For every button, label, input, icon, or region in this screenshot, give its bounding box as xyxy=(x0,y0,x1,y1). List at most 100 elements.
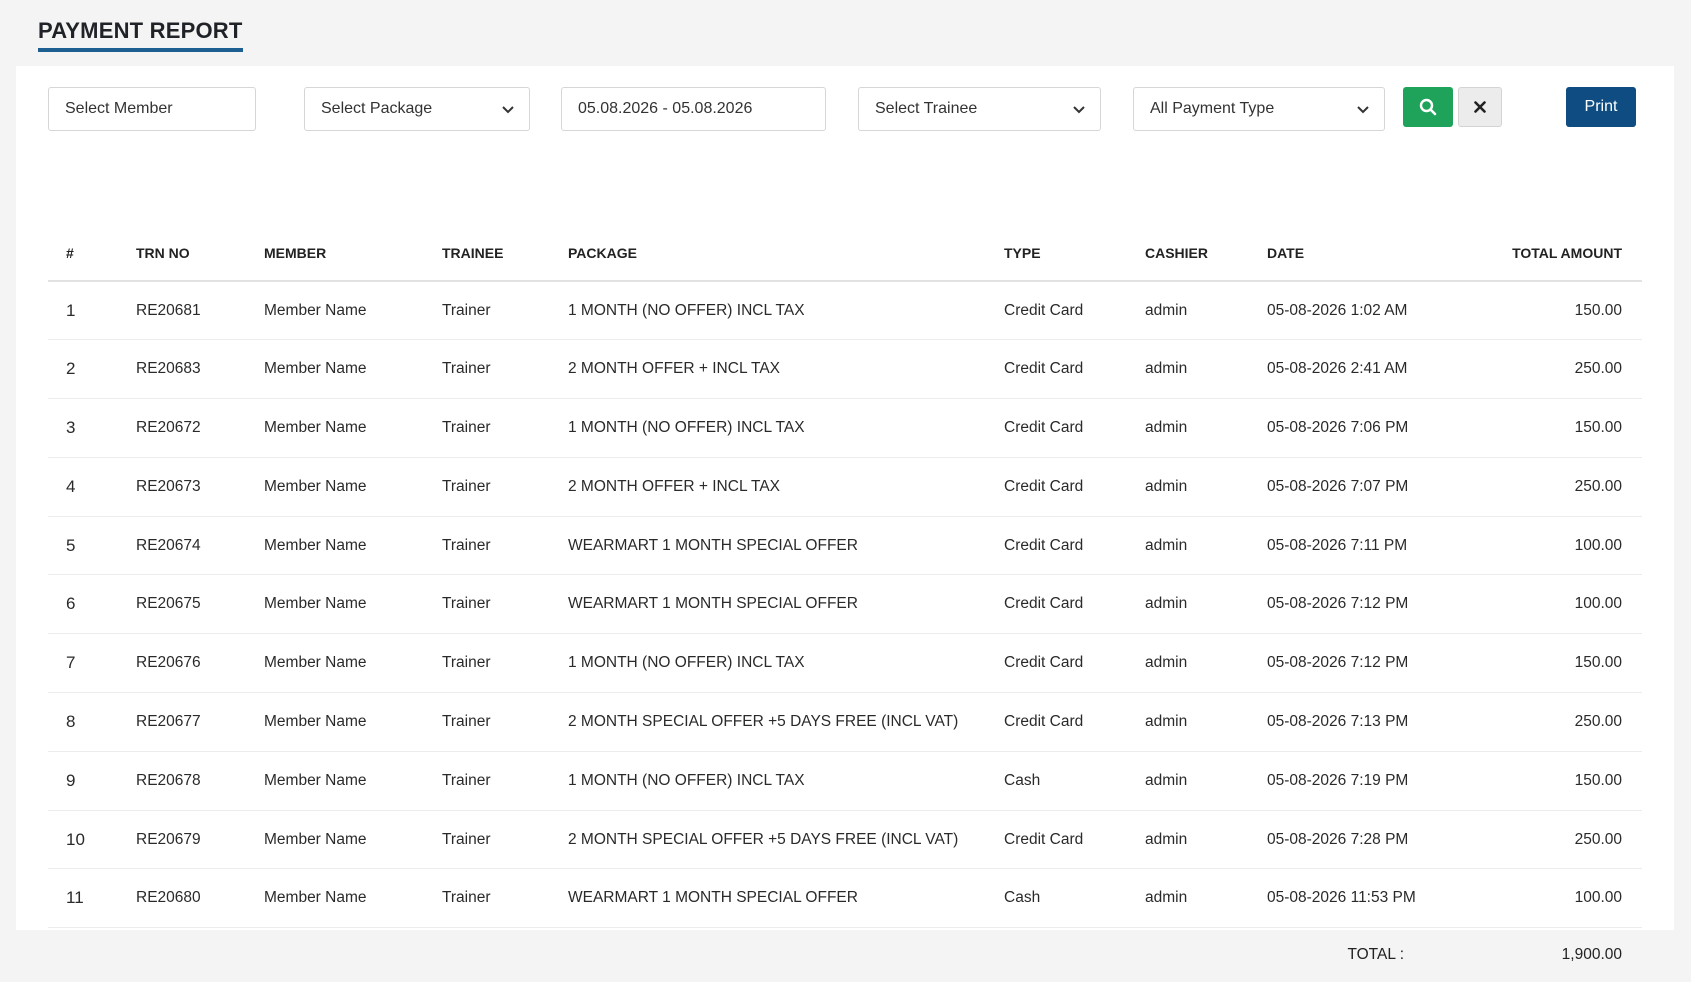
date-cell: 05-08-2026 7:11 PM xyxy=(1249,516,1464,576)
trn-no-cell: RE20674 xyxy=(118,516,246,576)
cashier-cell: admin xyxy=(1127,281,1249,341)
cashier-cell: admin xyxy=(1127,398,1249,458)
member-name-cell: Member Name xyxy=(246,398,424,458)
total-amount-cell: 150.00 xyxy=(1464,633,1642,694)
date-cell: 05-08-2026 7:28 PM xyxy=(1249,810,1464,870)
member-name-cell: Member Name xyxy=(246,633,424,694)
report-card: Select Member Select Package 05.08.2026 … xyxy=(16,66,1674,963)
total-amount-cell: 250.00 xyxy=(1464,692,1642,752)
payment-type-cell: Credit Card xyxy=(986,398,1127,458)
trn-no-cell: RE20678 xyxy=(118,751,246,811)
close-icon xyxy=(1474,101,1486,113)
chevron-down-icon xyxy=(1357,106,1369,114)
date-cell: 05-08-2026 7:13 PM xyxy=(1249,692,1464,752)
total-amount-cell: 100.00 xyxy=(1464,574,1642,635)
select-package-label: Select Package xyxy=(321,100,433,117)
trainee-cell: Trainer xyxy=(424,692,550,752)
chevron-down-icon xyxy=(1073,106,1085,114)
row-number-cell: 6 xyxy=(48,574,118,635)
cashier-cell: admin xyxy=(1127,633,1249,694)
select-member-input[interactable]: Select Member xyxy=(48,87,256,131)
package-cell: 2 MONTH SPECIAL OFFER +5 DAYS FREE (INCL… xyxy=(550,692,986,752)
table-row: 10 RE20679 Member Name Trainer 2 MONTH SPECI… xyxy=(48,810,1642,870)
trainee-cell: Trainer xyxy=(424,516,550,576)
row-number-cell: 2 xyxy=(48,339,118,400)
trn-no-cell: RE20672 xyxy=(118,398,246,458)
member-name-cell: Member Name xyxy=(246,692,424,752)
cashier-cell: admin xyxy=(1127,751,1249,811)
trainee-cell: Trainer xyxy=(424,281,550,341)
select-package-dropdown[interactable]: Select Package xyxy=(304,87,530,131)
trainee-cell: Trainer xyxy=(424,339,550,400)
payment-type-label: All Payment Type xyxy=(1150,100,1275,117)
package-cell: 2 MONTH OFFER + INCL TAX xyxy=(550,339,986,400)
payment-type-cell: Cash xyxy=(986,751,1127,811)
member-name-cell: Member Name xyxy=(246,281,424,341)
payment-type-cell: Credit Card xyxy=(986,810,1127,870)
member-name-cell: Member Name xyxy=(246,339,424,400)
total-amount-cell: 100.00 xyxy=(1464,868,1642,929)
column-header: PACKAGE xyxy=(550,226,986,282)
date-cell: 05-08-2026 1:02 AM xyxy=(1249,281,1464,341)
table-row: 1 RE20681 Member Name Trainer 1 MONTH (NO OF… xyxy=(48,281,1642,341)
package-cell: WEARMART 1 MONTH SPECIAL OFFER xyxy=(550,516,986,576)
column-header: CASHIER xyxy=(1127,226,1249,282)
total-label: TOTAL : xyxy=(1347,946,1404,964)
table-row: 2 RE20683 Member Name Trainer 2 MONTH OFFER … xyxy=(48,339,1642,400)
payment-type-cell: Credit Card xyxy=(986,692,1127,752)
trn-no-cell: RE20673 xyxy=(118,457,246,517)
trn-no-cell: RE20679 xyxy=(118,810,246,870)
search-button[interactable] xyxy=(1403,87,1453,127)
column-header: MEMBER xyxy=(246,226,424,282)
cashier-cell: admin xyxy=(1127,692,1249,752)
total-amount-cell: 250.00 xyxy=(1464,457,1642,517)
package-cell: 1 MONTH (NO OFFER) INCL TAX xyxy=(550,751,986,811)
date-range-value: 05.08.2026 - 05.08.2026 xyxy=(578,100,753,117)
package-cell: 1 MONTH (NO OFFER) INCL TAX xyxy=(550,281,986,341)
payment-type-cell: Credit Card xyxy=(986,516,1127,576)
table-header-row: # TRN NO MEMBER TRAINEE PACKAGE TYPE CAS… xyxy=(48,226,1642,282)
total-amount-cell: 150.00 xyxy=(1464,281,1642,341)
trn-no-cell: RE20681 xyxy=(118,281,246,341)
cashier-cell: admin xyxy=(1127,457,1249,517)
member-name-cell: Member Name xyxy=(246,810,424,870)
date-range-input[interactable]: 05.08.2026 - 05.08.2026 xyxy=(561,87,826,131)
payment-type-cell: Credit Card xyxy=(986,339,1127,400)
trainee-cell: Trainer xyxy=(424,398,550,458)
member-name-cell: Member Name xyxy=(246,516,424,576)
trn-no-cell: RE20680 xyxy=(118,868,246,929)
package-cell: 2 MONTH SPECIAL OFFER +5 DAYS FREE (INCL… xyxy=(550,810,986,870)
page-title: PAYMENT REPORT xyxy=(38,18,243,52)
trainee-cell: Trainer xyxy=(424,751,550,811)
table-row: 5 RE20674 Member Name Trainer WEARMART 1 MON… xyxy=(48,516,1642,576)
cashier-cell: admin xyxy=(1127,574,1249,635)
trn-no-cell: RE20683 xyxy=(118,339,246,400)
print-button[interactable]: Print xyxy=(1566,87,1636,127)
row-number-cell: 4 xyxy=(48,457,118,517)
select-trainee-dropdown[interactable]: Select Trainee xyxy=(858,87,1101,131)
clear-filters-button[interactable] xyxy=(1458,87,1502,127)
payment-type-cell: Cash xyxy=(986,868,1127,929)
date-cell: 05-08-2026 2:41 AM xyxy=(1249,339,1464,400)
total-amount-cell: 150.00 xyxy=(1464,398,1642,458)
member-name-cell: Member Name xyxy=(246,751,424,811)
payment-type-cell: Credit Card xyxy=(986,457,1127,517)
trn-no-cell: RE20675 xyxy=(118,574,246,635)
table-body: 1 RE20681 Member Name Trainer 1 MONTH (NO OF… xyxy=(48,281,1642,929)
total-amount-cell: 150.00 xyxy=(1464,751,1642,811)
package-cell: 1 MONTH (NO OFFER) INCL TAX xyxy=(550,398,986,458)
column-header: TYPE xyxy=(986,226,1127,282)
date-cell: 05-08-2026 7:19 PM xyxy=(1249,751,1464,811)
row-number-cell: 5 xyxy=(48,516,118,576)
payment-table: # TRN NO MEMBER TRAINEE PACKAGE TYPE CAS… xyxy=(48,226,1642,982)
total-amount-cell: 100.00 xyxy=(1464,516,1642,576)
row-number-cell: 9 xyxy=(48,751,118,811)
cashier-cell: admin xyxy=(1127,516,1249,576)
column-header: # xyxy=(48,226,118,282)
payment-type-dropdown[interactable]: All Payment Type xyxy=(1133,87,1385,131)
table-row: 9 RE20678 Member Name Trainer 1 MONTH (NO OF… xyxy=(48,751,1642,811)
package-cell: 1 MONTH (NO OFFER) INCL TAX xyxy=(550,633,986,694)
table-row: 3 RE20672 Member Name Trainer 1 MONTH (NO OF… xyxy=(48,398,1642,458)
date-cell: 05-08-2026 11:53 PM xyxy=(1249,868,1464,929)
package-cell: WEARMART 1 MONTH SPECIAL OFFER xyxy=(550,868,986,929)
